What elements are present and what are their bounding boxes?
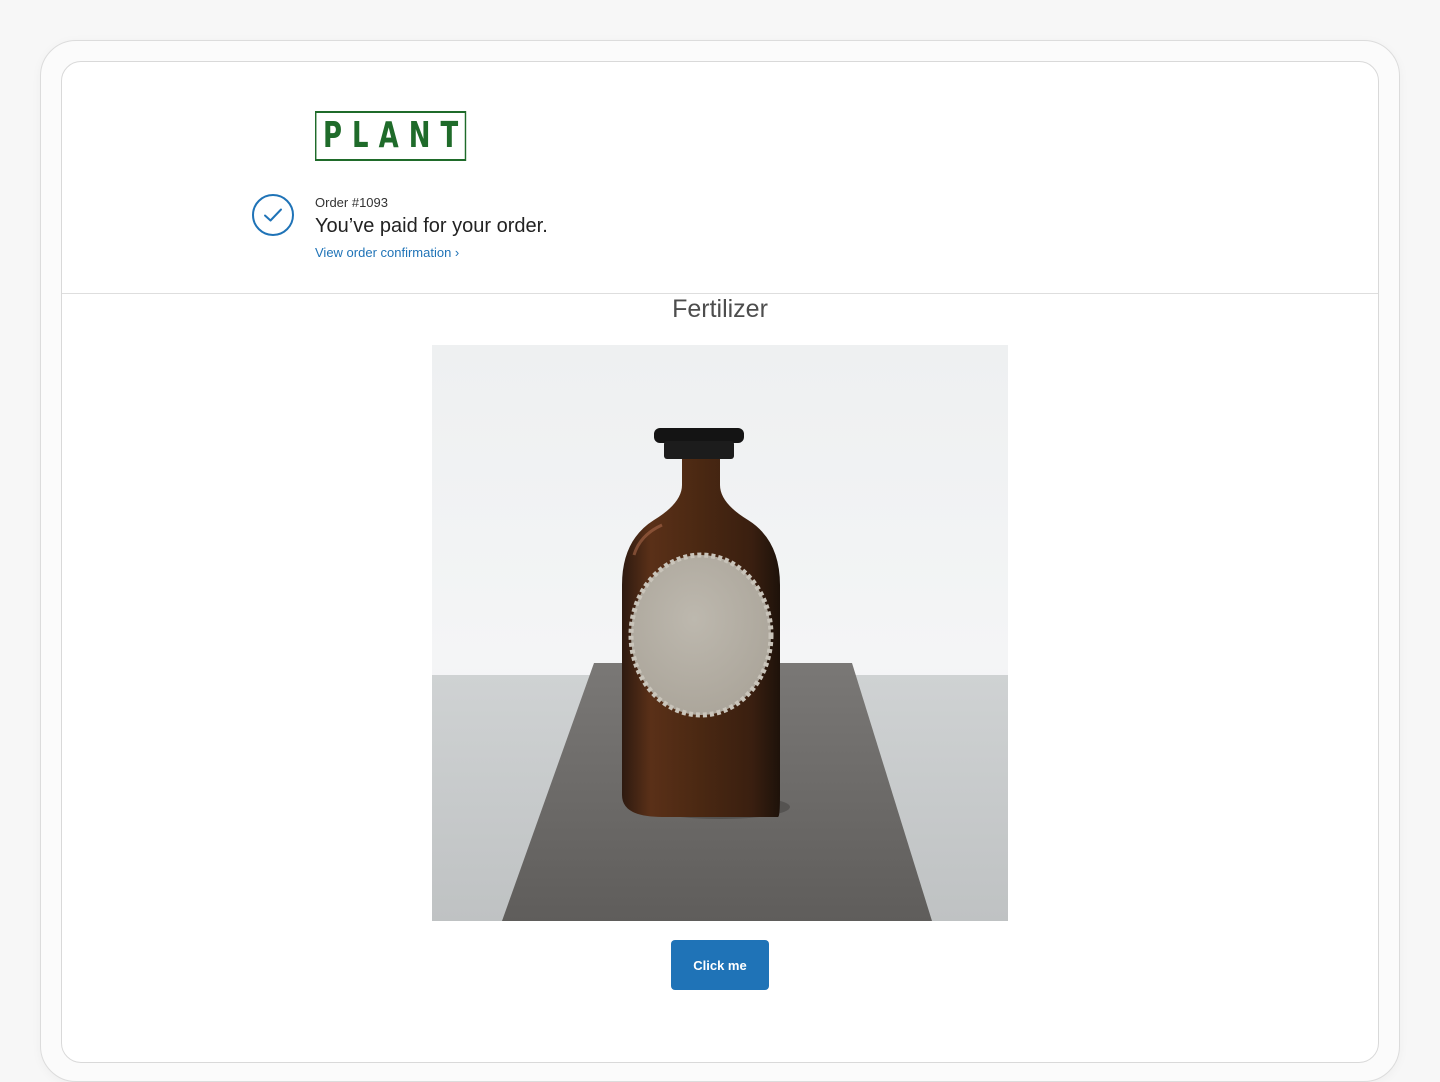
view-order-confirmation-link[interactable]: View order confirmation › bbox=[315, 245, 459, 260]
order-status-header: PLANT Order #1093 You’ve paid for your o… bbox=[62, 62, 1378, 294]
order-number: Order #1093 bbox=[315, 195, 388, 210]
product-image bbox=[432, 345, 1008, 921]
product-title: Fertilizer bbox=[672, 295, 768, 323]
checkmark-circle-icon bbox=[252, 194, 294, 236]
brand-logo-text: PLANT bbox=[322, 115, 469, 156]
checkmark-icon bbox=[264, 208, 282, 222]
email-preview-screen: PLANT Order #1093 You’ve paid for your o… bbox=[61, 61, 1379, 1063]
brand-logo: PLANT bbox=[315, 111, 469, 161]
fertilizer-bottle-photo bbox=[432, 345, 1008, 921]
click-me-button[interactable]: Click me bbox=[671, 940, 769, 990]
order-status-title: You’ve paid for your order. bbox=[315, 215, 548, 237]
